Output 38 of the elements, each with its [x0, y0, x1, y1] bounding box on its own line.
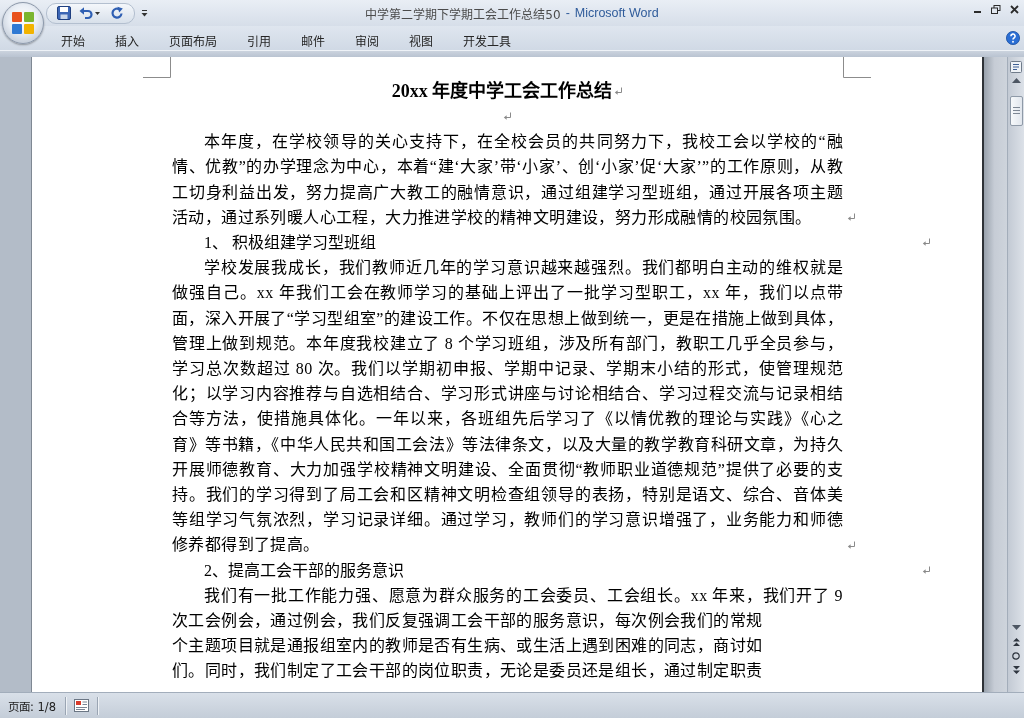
document-icon[interactable] [74, 699, 90, 712]
ribbon-tab[interactable]: 开发工具 [448, 29, 526, 50]
down-arrow-icon[interactable] [1011, 625, 1021, 630]
double-down-arrow-icon[interactable] [1012, 666, 1020, 674]
up-arrow-icon[interactable] [1011, 78, 1021, 83]
corner-mark-icon [843, 57, 871, 78]
body-paragraph: 我们有一批工作能力强、愿意为群众服务的工会委员、工会组长。xx 年来，我们开了 9次工会例会，通过例会，我们反复强调工会干部的服务意识，每次例会我们的常规 [172, 585, 843, 631]
ribbon-tab[interactable]: 引用 [232, 29, 286, 50]
ribbon-tab[interactable]: 开始 [46, 29, 100, 50]
app-name: Microsoft Word [574, 6, 659, 20]
ribbon-tab[interactable]: 审阅 [340, 29, 394, 50]
double-up-arrow-icon[interactable] [1012, 638, 1020, 646]
ribbon-tab[interactable]: 邮件 [286, 29, 340, 50]
help-icon[interactable] [1006, 31, 1020, 45]
ribbon-tab[interactable]: 视图 [394, 29, 448, 50]
body-paragraph: 学校发展我成长，我们教师近几年的学习意识越来越强烈。我们都明白主动的维权就是做强自己。xx 年我们工会在教师学习的基础上评出了一批学习型职工，xx 年，我们以点带面，深入开展了“学习型组室”的建设工作。不仅在思想上做到统一，更是在措施上做到具体，管理上做到规范。本年度我校建立了 8 个学习班组，涉及所有部门，教职工几乎全员参与，学习总次数超过 80 次。我们以学期初申报、学期中记录、学期末小结的形式，使管理规范化；以学习内容推荐与自选相结合、学习形式讲座与讨论相结合、学习过程交流与记录相结合等方法，使措施具体化。一年以来，各班组先后学习了《以情优教的理论与实践》《心之育》等书籍，《中华人民共和国工会法》等法律条文，以及大量的教学教育科研文章，为持久开展师德教育、大力加强学校精神文明建设、全面贯彻“教师职业道德规范”提供了必要的支持。我们的学习得到了局工会和区精神文明检查组领导的表扬，特别是语文、综合、音体美等组学习气氛浓烈，学习记录详细。通过学习，教师们的学习意识增强了，业务能力和师德修养都得到了提高。 [172, 258, 843, 556]
document-title: 20xx 年度中学工会工作总结 [391, 80, 613, 103]
four-squares-icon [11, 11, 35, 35]
restore-icon[interactable] [991, 5, 1001, 14]
ribbon-tab[interactable]: 插入 [100, 29, 154, 50]
caret-icon[interactable] [95, 11, 100, 15]
circle-icon[interactable] [1012, 652, 1020, 660]
section-heading: 2、提高工会干部的服务意识 [203, 560, 404, 581]
scrollbar-thumb[interactable] [1009, 96, 1023, 126]
ribbon-tab[interactable]: 页面布局 [154, 29, 232, 50]
caret-icon[interactable] [141, 9, 148, 17]
close-icon[interactable] [1010, 5, 1019, 14]
body-paragraph: 本年度，在学校领导的关心支持下，在全校会员的共同努力下，我校工会以学校的“融情、优教”的办学理念为中心，本着“建‘大家’带‘小家’、创‘小家’促‘大家’”的工作原则，从教工切身利益出发，努力提高广大教工的融情意识，通过组建学习型班组，通过开展各项主题活动，通过系列暖人心工程，大力推进学校的精神文明建设，努力形成融情的校园氛围。 [172, 132, 843, 228]
corner-mark-icon [143, 57, 171, 78]
body-paragraph: 们。同时，我们制定了工会干部的岗位职责，无论是委员还是组长，通过制定职责 [172, 661, 764, 682]
body-paragraph: 个主题项目就是通报组室内的教师是否有生病、或生活上遇到困难的同志，商讨如 [172, 636, 764, 657]
document-name: 中学第二学期下学期工会工作总结50 [365, 6, 561, 22]
page-count[interactable]: 页面: 1/8 [0, 697, 66, 714]
circular-arrow-icon[interactable] [110, 6, 124, 20]
curved-arrow-icon[interactable] [79, 6, 93, 20]
title-separator: - [565, 6, 570, 20]
ruler-icon[interactable] [1010, 61, 1022, 73]
section-heading: 1、 积极组建学习型班组 [203, 233, 376, 253]
